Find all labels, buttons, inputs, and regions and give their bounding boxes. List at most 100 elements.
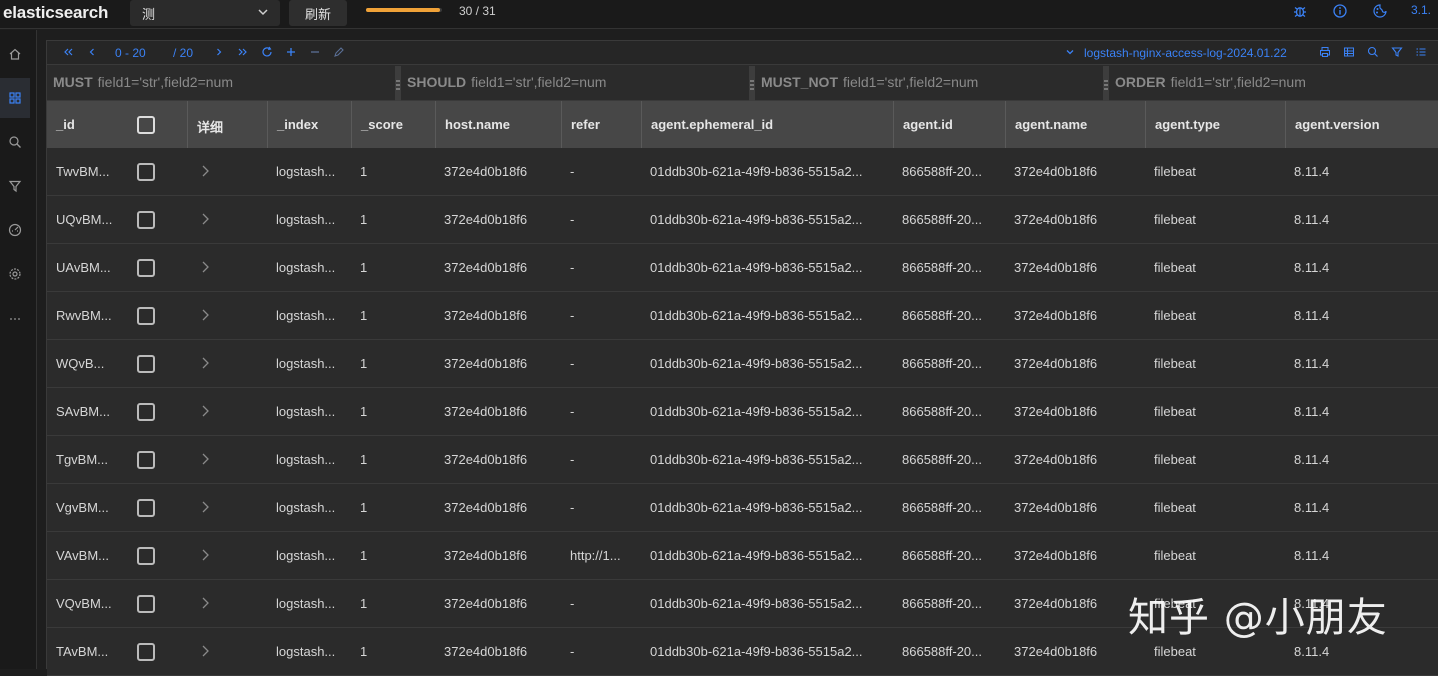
edit-icon[interactable] <box>333 46 345 58</box>
connection-select[interactable]: 测 <box>130 0 280 26</box>
page-range[interactable]: 0 - 20 <box>115 46 146 60</box>
table-row[interactable]: VgvBM... logstash... 1 372e4d0b18f6 - 01ddb30… <box>47 484 1438 532</box>
cell-refer: - <box>570 500 575 515</box>
row-checkbox[interactable] <box>137 211 155 229</box>
print-icon[interactable] <box>1319 46 1331 58</box>
settings-icon <box>9 268 21 280</box>
nav-dashboard[interactable] <box>0 210 30 250</box>
expand-row-chevron-icon[interactable] <box>200 644 210 658</box>
nav-home[interactable] <box>0 34 30 74</box>
expand-row-chevron-icon[interactable] <box>200 356 210 370</box>
version-label[interactable]: 3.1. <box>1411 3 1431 17</box>
resize-handle[interactable] <box>396 80 400 90</box>
cell-refer: - <box>570 452 575 467</box>
cell-id: UAvBM... <box>56 260 111 275</box>
cell-index: logstash... <box>276 164 336 179</box>
row-checkbox[interactable] <box>137 163 155 181</box>
row-checkbox[interactable] <box>137 547 155 565</box>
select-all-checkbox[interactable] <box>137 116 155 134</box>
next-page-icon[interactable] <box>213 46 225 58</box>
column-header-refer[interactable]: refer <box>561 101 641 148</box>
column-header-host-name[interactable]: host.name <box>435 101 561 148</box>
column-header-agent-version[interactable]: agent.version <box>1285 101 1438 148</box>
table-row[interactable]: WQvB... logstash... 1 372e4d0b18f6 - 01ddb30b… <box>47 340 1438 388</box>
expand-row-chevron-icon[interactable] <box>200 260 210 274</box>
nav-settings[interactable] <box>0 254 30 294</box>
cell-agent-ephemeral-id: 01ddb30b-621a-49f9-b836-5515a2... <box>650 548 863 563</box>
must-filter-input[interactable]: MUST field1='str',field2=num <box>47 66 401 101</box>
table-row[interactable]: SAvBM... logstash... 1 372e4d0b18f6 - 01ddb30… <box>47 388 1438 436</box>
table-row[interactable]: UQvBM... logstash... 1 372e4d0b18f6 - 01ddb30… <box>47 196 1438 244</box>
prev-page-icon[interactable] <box>86 46 98 58</box>
nav-data-browser[interactable] <box>0 78 30 118</box>
search-icon <box>9 136 21 148</box>
table-icon[interactable] <box>1343 46 1355 58</box>
expand-row-chevron-icon[interactable] <box>200 596 210 610</box>
row-checkbox[interactable] <box>137 451 155 469</box>
column-header-agent-ephemeral-id[interactable]: agent.ephemeral_id <box>641 101 893 148</box>
refresh-button[interactable]: 刷新 <box>289 0 347 26</box>
add-icon[interactable] <box>285 46 297 58</box>
cell-agent-name: 372e4d0b18f6 <box>1014 500 1098 515</box>
should-filter-label: SHOULD <box>407 74 467 90</box>
table-row[interactable]: RwvBM... logstash... 1 372e4d0b18f6 - 01ddb30… <box>47 292 1438 340</box>
reload-icon[interactable] <box>261 46 273 58</box>
expand-row-chevron-icon[interactable] <box>200 308 210 322</box>
cell-index: logstash... <box>276 548 336 563</box>
cell-agent-name: 372e4d0b18f6 <box>1014 596 1098 611</box>
table-row[interactable]: UAvBM... logstash... 1 372e4d0b18f6 - 01ddb30… <box>47 244 1438 292</box>
row-checkbox[interactable] <box>137 595 155 613</box>
cell-agent-id: 866588ff-20... <box>902 164 982 179</box>
table-row[interactable]: VAvBM... logstash... 1 372e4d0b18f6 http://1… <box>47 532 1438 580</box>
resize-handle[interactable] <box>1104 80 1108 90</box>
row-checkbox[interactable] <box>137 355 155 373</box>
should-filter-input[interactable]: SHOULD field1='str',field2=num <box>401 66 755 101</box>
expand-row-chevron-icon[interactable] <box>200 548 210 562</box>
column-header-detail[interactable]: 详细 <box>187 101 267 148</box>
row-checkbox[interactable] <box>137 307 155 325</box>
row-checkbox[interactable] <box>137 499 155 517</box>
column-header-select[interactable] <box>133 101 187 148</box>
cell-host-name: 372e4d0b18f6 <box>444 356 528 371</box>
resize-handle[interactable] <box>750 80 754 90</box>
index-selector[interactable]: logstash-nginx-access-log-2024.01.22 <box>1084 46 1287 60</box>
column-header-index[interactable]: _index <box>267 101 351 148</box>
search-icon[interactable] <box>1367 46 1379 58</box>
bug-icon[interactable] <box>1293 4 1307 18</box>
cell-agent-id: 866588ff-20... <box>902 452 982 467</box>
column-header-agent-id[interactable]: agent.id <box>893 101 1005 148</box>
row-checkbox[interactable] <box>137 403 155 421</box>
filter-icon[interactable] <box>1391 46 1403 58</box>
info-icon[interactable] <box>1333 4 1347 18</box>
first-page-icon[interactable] <box>62 46 74 58</box>
column-header-id[interactable]: _id <box>47 101 133 148</box>
expand-row-chevron-icon[interactable] <box>200 212 210 226</box>
cell-agent-type: filebeat <box>1154 548 1196 563</box>
column-header-score[interactable]: _score <box>351 101 435 148</box>
expand-row-chevron-icon[interactable] <box>200 500 210 514</box>
expand-row-chevron-icon[interactable] <box>200 452 210 466</box>
must-not-filter-input[interactable]: MUST_NOT field1='str',field2=num <box>755 66 1109 101</box>
row-checkbox[interactable] <box>137 643 155 661</box>
last-page-icon[interactable] <box>237 46 249 58</box>
cell-score: 1 <box>360 452 368 467</box>
cell-agent-version: 8.11.4 <box>1294 356 1330 371</box>
columns-icon[interactable] <box>1415 46 1427 58</box>
column-header-agent-name[interactable]: agent.name <box>1005 101 1145 148</box>
row-checkbox[interactable] <box>137 259 155 277</box>
chevron-down-icon[interactable] <box>1064 46 1076 58</box>
cell-agent-ephemeral-id: 01ddb30b-621a-49f9-b836-5515a2... <box>650 596 863 611</box>
remove-icon[interactable] <box>309 46 321 58</box>
table-row[interactable]: TgvBM... logstash... 1 372e4d0b18f6 - 01ddb30… <box>47 436 1438 484</box>
expand-row-chevron-icon[interactable] <box>200 164 210 178</box>
table-row[interactable]: TwvBM... logstash... 1 372e4d0b18f6 - 01ddb30… <box>47 148 1438 196</box>
theme-icon[interactable] <box>1373 4 1387 18</box>
order-filter-input[interactable]: ORDER field1='str',field2=num <box>1109 66 1438 101</box>
column-header-agent-type[interactable]: agent.type <box>1145 101 1285 148</box>
nav-search[interactable] <box>0 122 30 162</box>
expand-row-chevron-icon[interactable] <box>200 404 210 418</box>
cell-id: VQvBM... <box>56 596 112 611</box>
nav-filter[interactable] <box>0 166 30 206</box>
cell-host-name: 372e4d0b18f6 <box>444 596 528 611</box>
nav-more[interactable] <box>0 298 30 338</box>
